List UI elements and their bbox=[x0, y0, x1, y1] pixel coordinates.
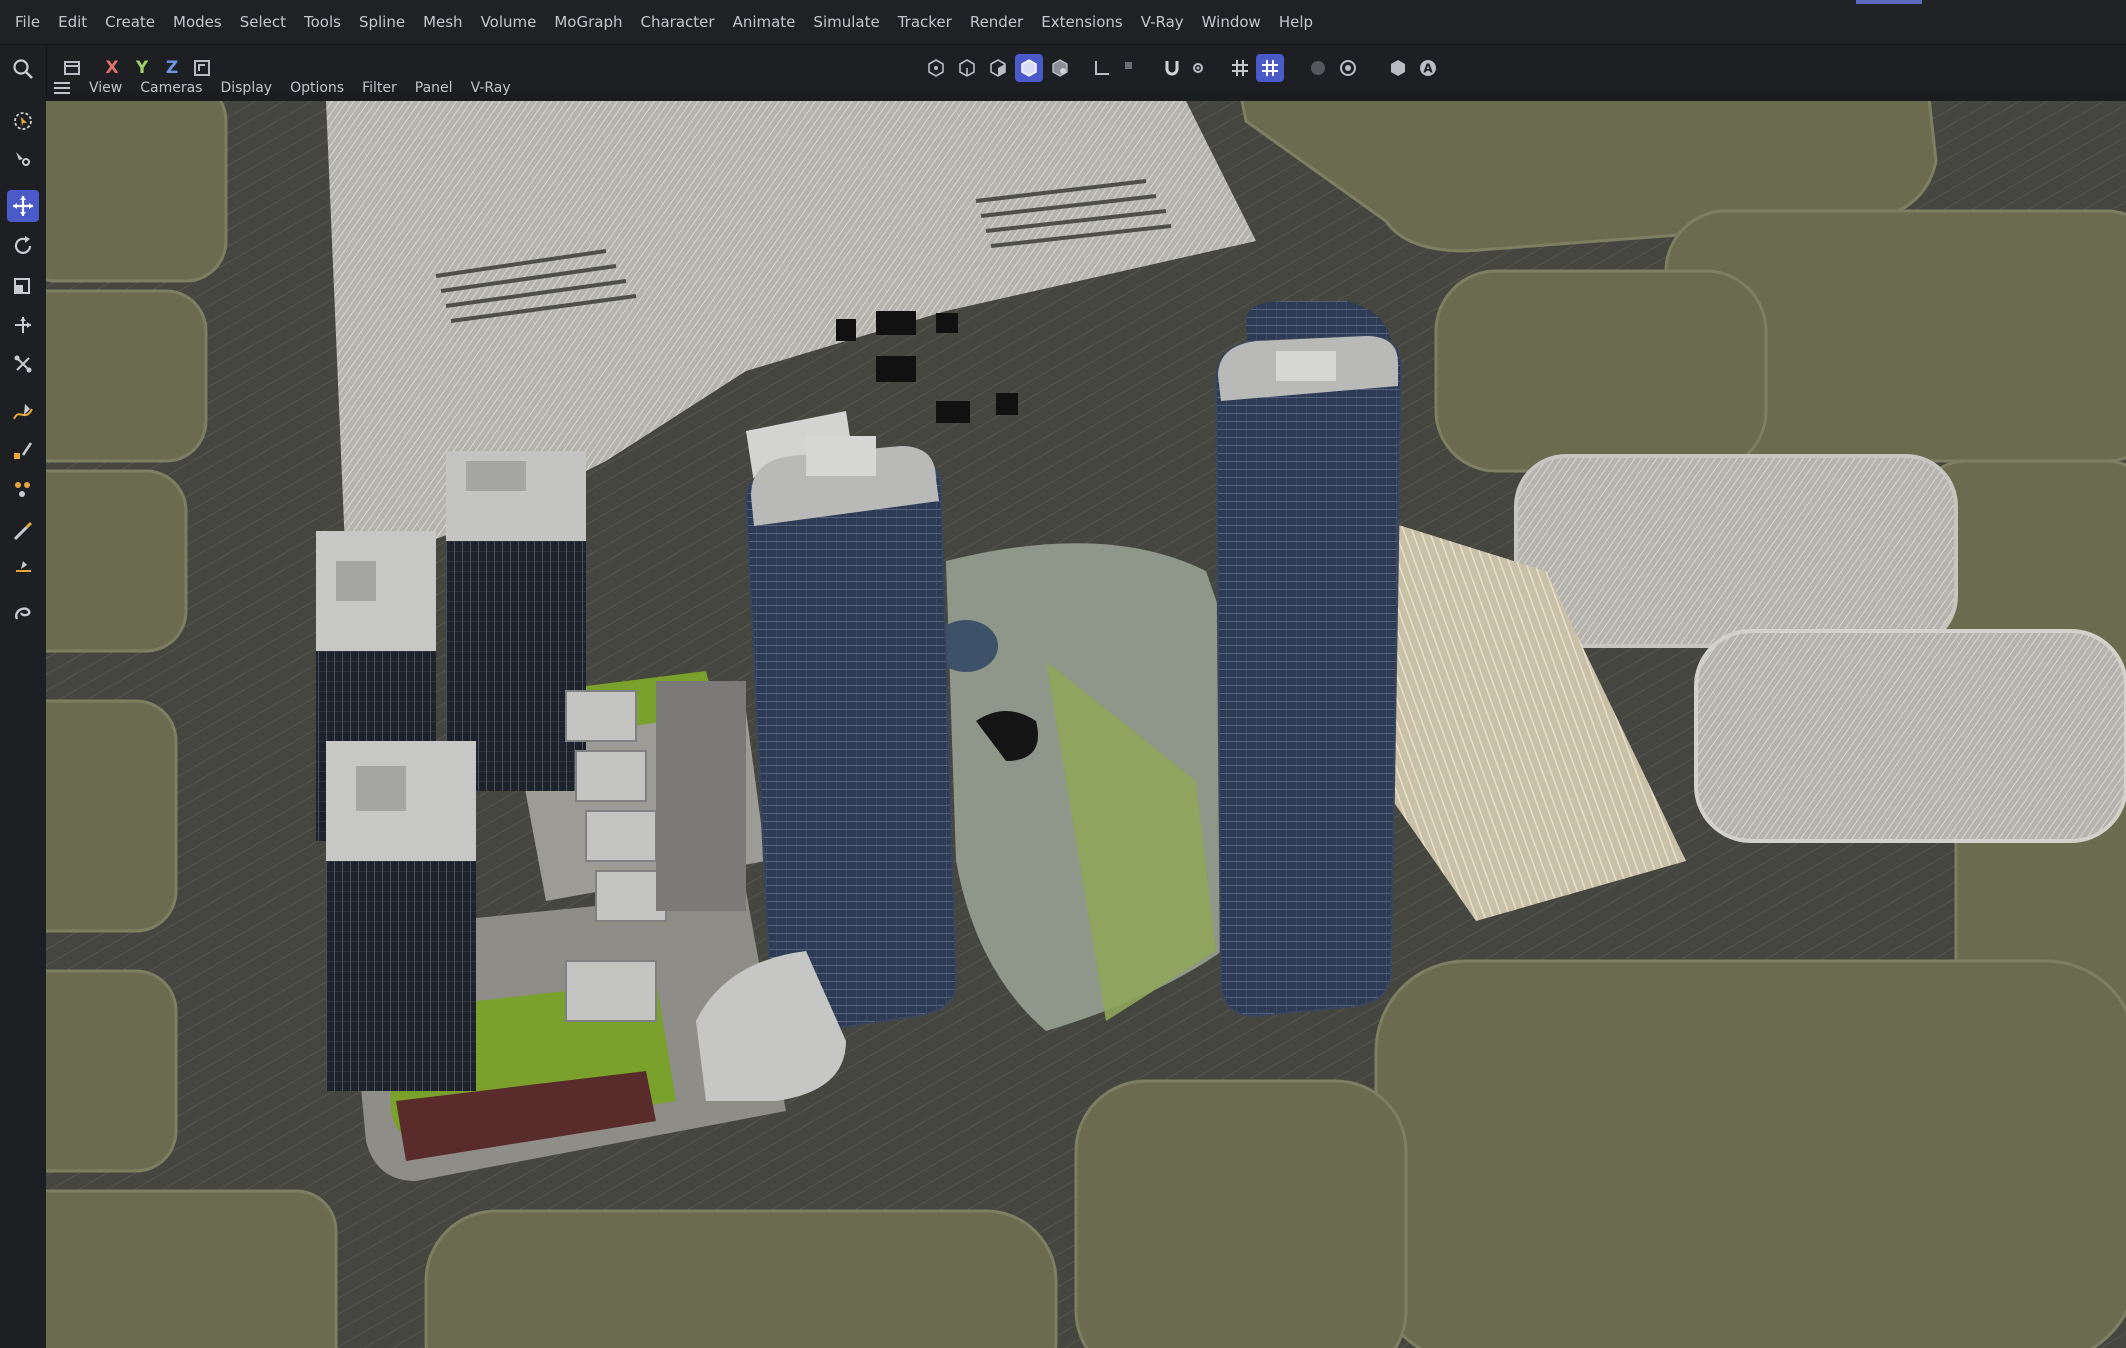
viewport-menubar: View Cameras Display Options Filter Pane… bbox=[46, 76, 520, 100]
render-region-icon[interactable] bbox=[1304, 54, 1332, 82]
menu-tools[interactable]: Tools bbox=[295, 0, 350, 45]
knife-icon[interactable] bbox=[7, 553, 39, 585]
move-icon[interactable] bbox=[7, 190, 39, 222]
sketch-icon[interactable] bbox=[7, 435, 39, 467]
axis-mode-icon[interactable] bbox=[1114, 54, 1142, 82]
menu-mesh[interactable]: Mesh bbox=[414, 0, 472, 45]
grid-snap-icon[interactable] bbox=[1256, 54, 1284, 82]
spline-pen-icon[interactable] bbox=[7, 397, 39, 429]
city-scene-render bbox=[46, 101, 2126, 1348]
grid-icon[interactable] bbox=[1226, 54, 1254, 82]
bevel-icon[interactable] bbox=[7, 473, 39, 505]
model-mode-icon[interactable] bbox=[1015, 54, 1043, 82]
snap-settings-icon[interactable] bbox=[1184, 54, 1212, 82]
left-tool-palette bbox=[0, 45, 47, 1348]
points-mode-icon[interactable] bbox=[922, 54, 950, 82]
rotate-icon[interactable] bbox=[7, 230, 39, 262]
menu-tracker[interactable]: Tracker bbox=[889, 0, 961, 45]
viewport-menu-filter[interactable]: Filter bbox=[353, 80, 406, 96]
menu-select[interactable]: Select bbox=[231, 0, 295, 45]
3d-viewport[interactable] bbox=[46, 101, 2126, 1348]
brush-icon[interactable] bbox=[7, 515, 39, 547]
vray-vfb-icon[interactable]: A bbox=[1414, 54, 1442, 82]
viewport-menu-cameras[interactable]: Cameras bbox=[131, 80, 211, 96]
menu-help[interactable]: Help bbox=[1270, 0, 1322, 45]
viewport-hamburger-icon[interactable] bbox=[52, 80, 72, 96]
align-move-icon[interactable] bbox=[7, 309, 39, 341]
menu-render[interactable]: Render bbox=[961, 0, 1032, 45]
vray-render-icon[interactable] bbox=[1384, 54, 1412, 82]
menu-vray[interactable]: V-Ray bbox=[1132, 0, 1193, 45]
menu-file[interactable]: File bbox=[6, 0, 49, 45]
scale-icon[interactable] bbox=[7, 269, 39, 301]
svg-text:A: A bbox=[1423, 62, 1433, 76]
snap-magnet-icon[interactable] bbox=[1158, 54, 1186, 82]
layout-tab-indicator bbox=[1856, 0, 1922, 4]
menu-volume[interactable]: Volume bbox=[472, 0, 546, 45]
render-view-icon[interactable] bbox=[1334, 54, 1362, 82]
texture-mode-icon[interactable] bbox=[1046, 54, 1074, 82]
viewport-menu-options[interactable]: Options bbox=[281, 80, 353, 96]
magnet-icon[interactable] bbox=[7, 597, 39, 629]
menu-mograph[interactable]: MoGraph bbox=[545, 0, 631, 45]
menu-window[interactable]: Window bbox=[1193, 0, 1270, 45]
live-selection-icon[interactable] bbox=[7, 105, 39, 137]
menu-modes[interactable]: Modes bbox=[164, 0, 231, 45]
workplane-icon[interactable] bbox=[1088, 54, 1116, 82]
menu-spline[interactable]: Spline bbox=[350, 0, 414, 45]
menu-create[interactable]: Create bbox=[96, 0, 164, 45]
viewport-menu-panel[interactable]: Panel bbox=[406, 80, 462, 96]
menu-edit[interactable]: Edit bbox=[49, 0, 96, 45]
edges-mode-icon[interactable] bbox=[953, 54, 981, 82]
transfer-icon[interactable] bbox=[7, 348, 39, 380]
viewport-menu-display[interactable]: Display bbox=[211, 80, 281, 96]
viewport-menu-view[interactable]: View bbox=[80, 80, 131, 96]
menu-animate[interactable]: Animate bbox=[724, 0, 805, 45]
main-menubar: File Edit Create Modes Select Tools Spli… bbox=[0, 0, 2126, 45]
polygons-mode-icon[interactable] bbox=[984, 54, 1012, 82]
tweak-icon[interactable] bbox=[7, 143, 39, 175]
menu-character[interactable]: Character bbox=[632, 0, 724, 45]
viewport-menu-vray[interactable]: V-Ray bbox=[462, 80, 520, 96]
search-icon[interactable] bbox=[7, 53, 39, 85]
menu-simulate[interactable]: Simulate bbox=[804, 0, 888, 45]
menu-extensions[interactable]: Extensions bbox=[1032, 0, 1131, 45]
